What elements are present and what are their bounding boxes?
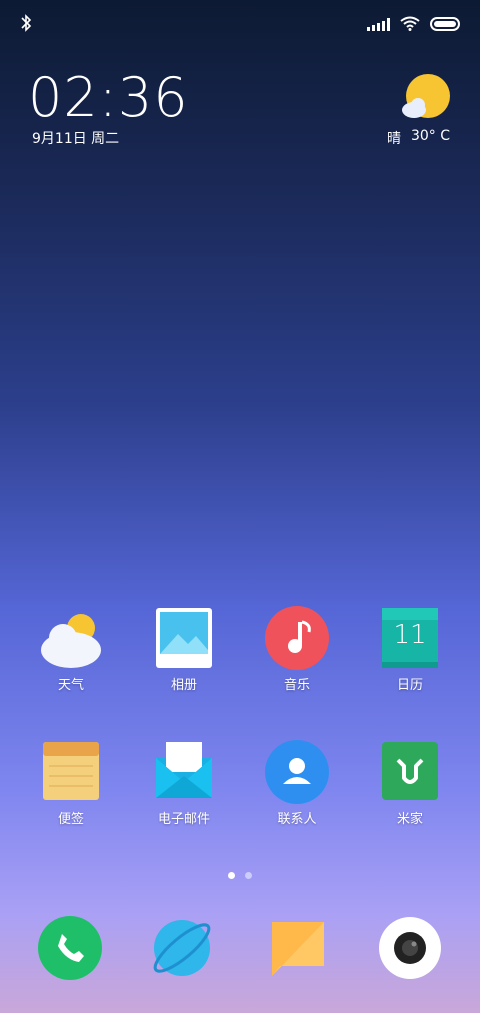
page-indicator: [228, 872, 252, 879]
clock-date: 9月11日 周二: [32, 131, 120, 147]
clock-time[interactable]: 02:36: [28, 66, 189, 129]
app-contacts[interactable]: 联系人: [252, 740, 342, 828]
gallery-icon: [152, 606, 216, 670]
weather-icon: [39, 606, 103, 670]
app-email[interactable]: 电子邮件: [139, 740, 229, 828]
weather-condition: 晴: [386, 131, 401, 147]
app-label: 米家: [396, 812, 423, 827]
camera-icon[interactable]: [378, 916, 442, 980]
wifi-icon: [400, 16, 420, 31]
email-icon: [152, 740, 216, 804]
calendar-day: 11: [393, 620, 427, 650]
app-weather[interactable]: 天气: [26, 606, 116, 694]
app-label: 相册: [170, 678, 197, 693]
weather-summary: 晴 30° C: [387, 128, 450, 148]
app-music[interactable]: 音乐: [252, 606, 342, 694]
contacts-icon: [265, 740, 329, 804]
status-bar: [0, 12, 480, 40]
mijia-icon: [378, 740, 442, 804]
browser-icon[interactable]: [150, 916, 214, 980]
notes-icon: [39, 740, 103, 804]
app-label: 便签: [57, 812, 84, 827]
app-label: 音乐: [283, 678, 310, 693]
signal-icon: [367, 17, 390, 31]
app-mijia[interactable]: 米家: [365, 740, 455, 828]
app-label: 日历: [396, 678, 423, 693]
bluetooth-icon: [21, 14, 32, 32]
page-dot[interactable]: [228, 872, 235, 879]
page-dot[interactable]: [245, 872, 252, 879]
phone-icon[interactable]: [38, 916, 102, 980]
app-label: 电子邮件: [157, 812, 210, 827]
app-calendar[interactable]: 11 日历: [365, 606, 455, 694]
partly-sunny-icon[interactable]: [400, 72, 454, 126]
app-label: 联系人: [277, 812, 317, 827]
app-notes[interactable]: 便签: [26, 740, 116, 828]
weather-temperature: 30° C: [410, 128, 450, 144]
music-icon: [265, 606, 329, 670]
battery-icon: [430, 16, 460, 31]
app-gallery[interactable]: 相册: [139, 606, 229, 694]
calendar-icon: 11: [378, 606, 442, 670]
app-label: 天气: [57, 678, 84, 693]
messages-icon[interactable]: [266, 916, 330, 980]
